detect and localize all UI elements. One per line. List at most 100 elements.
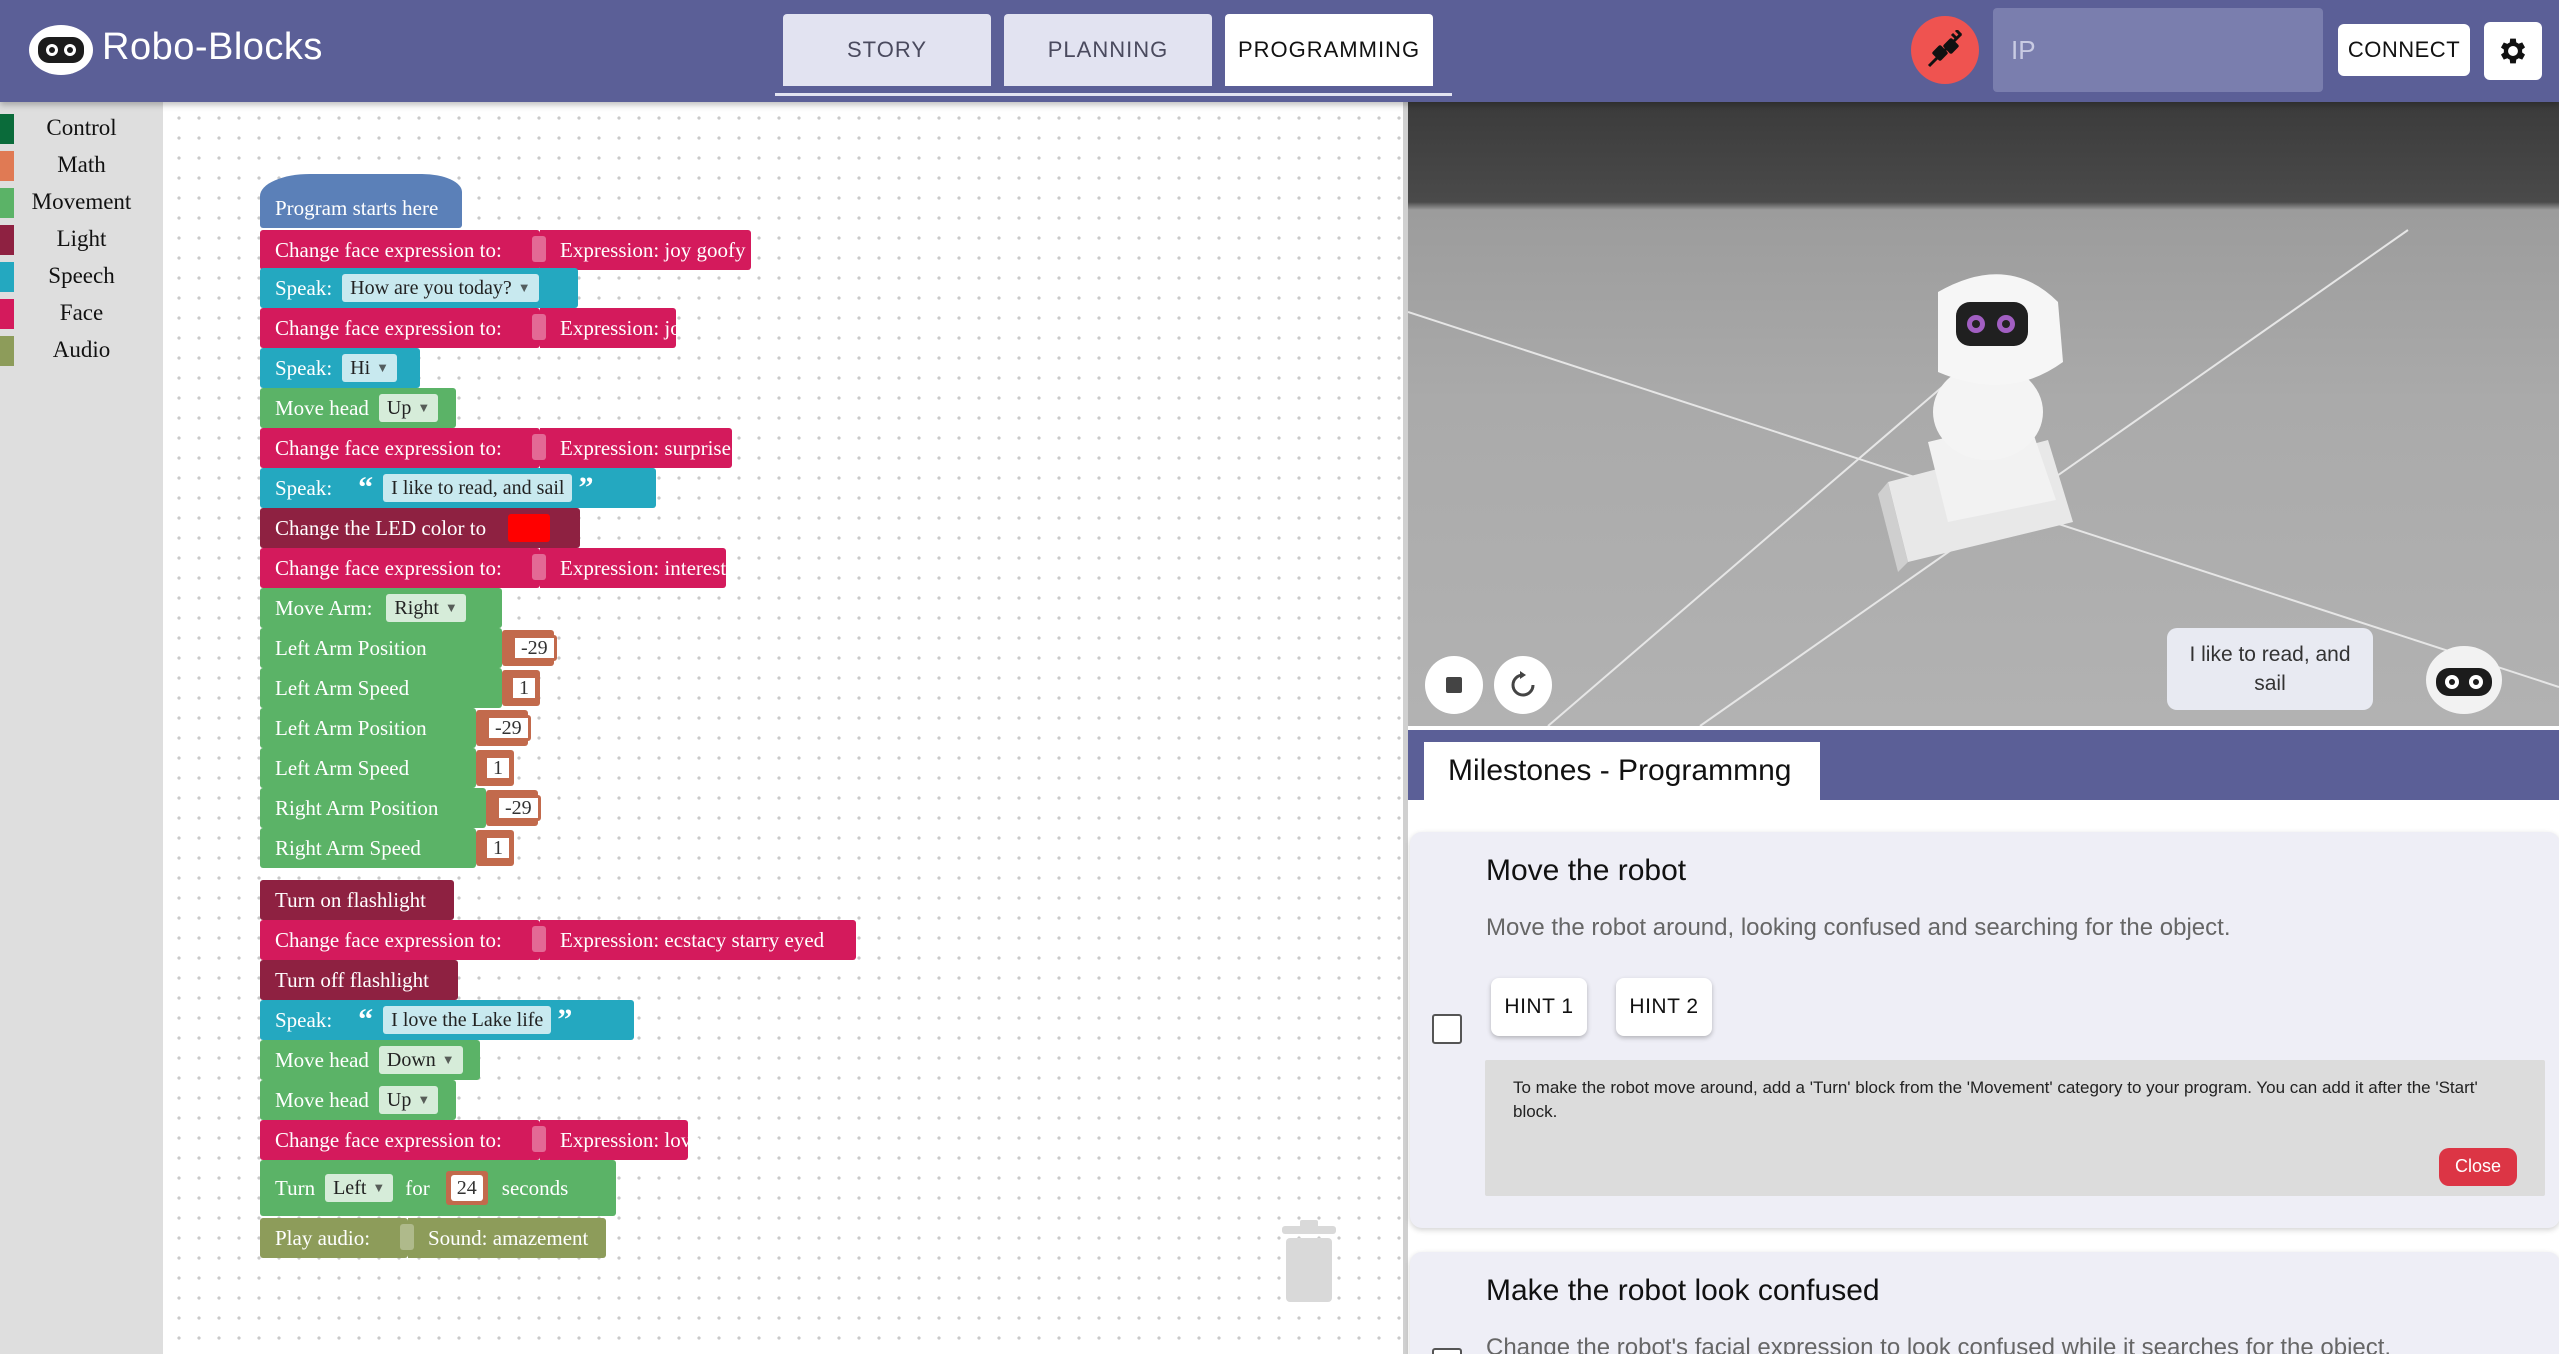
robot-3d-viewport[interactable] <box>1408 102 2559 726</box>
speak-block[interactable]: Speak: Hi ▼ <box>260 348 420 388</box>
led-color-block[interactable]: Change the LED color to <box>260 508 580 548</box>
blocks-workspace[interactable]: Program starts here Change face expressi… <box>163 102 1406 1354</box>
face-expression-block[interactable]: Change face expression to: <box>260 230 540 270</box>
expression-value: Expression: joy goofy <box>560 237 746 262</box>
connector-notch <box>400 1224 414 1250</box>
flashlight-off-block[interactable]: Turn off flashlight <box>260 960 458 1000</box>
param-label: Left Arm Position <box>275 715 427 740</box>
toolbox-category-movement[interactable]: Movement <box>0 184 163 220</box>
milestone-title: Move the robot <box>1486 854 1687 887</box>
speech-dropdown[interactable]: Hi ▼ <box>342 354 398 382</box>
block-label: Speak: <box>275 275 333 300</box>
number-block[interactable]: 1 <box>476 830 514 866</box>
speech-text-field[interactable]: I like to read, and sail <box>383 474 573 502</box>
milestone-checkbox[interactable] <box>1432 1348 1462 1354</box>
connect-button[interactable]: CONNECT <box>2338 24 2470 76</box>
block-label: Play audio: <box>275 1225 371 1250</box>
trash-icon[interactable] <box>1280 1220 1338 1304</box>
expression-value-block[interactable]: Expression: surprise <box>532 428 732 468</box>
number-block[interactable]: -29 <box>476 710 531 746</box>
category-label: Speech <box>48 263 115 288</box>
toolbox-category-control[interactable]: Control <box>0 110 163 146</box>
tab-planning[interactable]: PLANNING <box>1004 14 1212 86</box>
number-value[interactable]: 1 <box>484 755 512 781</box>
stop-simulation-button[interactable] <box>1425 656 1483 714</box>
arm-side-dropdown[interactable]: Right ▼ <box>386 594 466 622</box>
block-label: Change the LED color to <box>275 515 487 540</box>
dropdown-arrow-icon: ▼ <box>417 1092 431 1107</box>
number-block[interactable]: -29 <box>486 790 541 826</box>
toolbox-category-speech[interactable]: Speech <box>0 258 163 294</box>
number-block[interactable]: 1 <box>476 750 514 786</box>
face-expression-block[interactable]: Change face expression to: <box>260 308 540 348</box>
tab-programming[interactable]: PROGRAMMING <box>1225 14 1433 86</box>
ip-input[interactable]: IP <box>1993 8 2323 92</box>
head-direction-dropdown[interactable]: Down ▼ <box>378 1046 463 1074</box>
hint-1-button[interactable]: HINT 1 <box>1491 978 1587 1036</box>
speak-block[interactable]: Speak: “ I like to read, and sail ” <box>260 468 656 508</box>
number-value[interactable]: 1 <box>484 835 512 861</box>
expression-value-block[interactable]: Expression: joy <box>532 308 691 348</box>
speech-text-field[interactable]: I love the Lake life <box>383 1006 552 1034</box>
number-value[interactable]: 24 <box>450 1175 483 1201</box>
category-label: Movement <box>31 189 132 214</box>
reset-simulation-button[interactable] <box>1494 656 1552 714</box>
milestone-description: Move the robot around, looking confused … <box>1486 914 2231 941</box>
block-label: Move head <box>275 1047 369 1072</box>
milestone-description: Change the robot's facial expression to … <box>1486 1334 2392 1354</box>
speak-block[interactable]: Speak: “ I love the Lake life ” <box>260 1000 634 1040</box>
category-label: Control <box>46 115 117 140</box>
block-label: Change face expression to: <box>275 1127 502 1152</box>
face-expression-block[interactable]: Change face expression to: <box>260 1120 540 1160</box>
number-value[interactable]: -29 <box>486 715 531 741</box>
hint-2-button[interactable]: HINT 2 <box>1616 978 1712 1036</box>
move-head-block[interactable]: Move head Up ▼ <box>260 1080 456 1120</box>
toolbox-category-light[interactable]: Light <box>0 221 163 257</box>
sound-value-block[interactable]: Sound: amazement <box>400 1218 606 1258</box>
app-title: Robo-Blocks <box>102 26 323 68</box>
category-swatch <box>0 114 14 144</box>
milestone-title: Make the robot look confused <box>1486 1274 1880 1307</box>
expression-value-block[interactable]: Expression: joy goofy <box>532 230 751 270</box>
close-hint-button[interactable]: Close <box>2439 1148 2517 1186</box>
milestone-checkbox[interactable] <box>1432 1014 1462 1044</box>
speak-block[interactable]: Speak: How are you today? ▼ <box>260 268 578 308</box>
face-expression-block[interactable]: Change face expression to: <box>260 428 540 468</box>
settings-button[interactable] <box>2484 22 2542 80</box>
dropdown-arrow-icon: ▼ <box>376 360 390 375</box>
expression-value-block[interactable]: Expression: love <box>532 1120 701 1160</box>
tab-story[interactable]: STORY <box>783 14 991 86</box>
program-start-block[interactable]: Program starts here <box>260 174 462 228</box>
play-audio-block[interactable]: Play audio: <box>260 1218 408 1258</box>
face-expression-block[interactable]: Change face expression to: <box>260 920 540 960</box>
move-head-block[interactable]: Move head Up ▼ <box>260 388 456 428</box>
expression-value-block[interactable]: Expression: interest <box>532 548 726 588</box>
face-expression-block[interactable]: Change face expression to: <box>260 548 540 588</box>
move-head-block[interactable]: Move head Down ▼ <box>260 1040 480 1080</box>
turn-direction-dropdown[interactable]: Left ▼ <box>325 1174 394 1202</box>
turn-block[interactable]: Turn Left ▼ for 24 seconds <box>260 1160 616 1216</box>
category-swatch <box>0 299 14 329</box>
head-direction-dropdown[interactable]: Up ▼ <box>378 1086 439 1114</box>
number-value[interactable]: 1 <box>510 675 538 701</box>
head-direction-dropdown[interactable]: Up ▼ <box>378 394 439 422</box>
number-value[interactable]: -29 <box>496 795 541 821</box>
milestones-tab[interactable]: Milestones - Programmng <box>1424 742 1820 800</box>
connection-status-button[interactable] <box>1911 16 1979 84</box>
move-arm-block[interactable]: Move Arm: Right ▼ <box>260 588 502 628</box>
number-block[interactable]: 24 <box>445 1171 488 1205</box>
toolbox-category-audio[interactable]: Audio <box>0 332 163 368</box>
toolbox-category-face[interactable]: Face <box>0 295 163 331</box>
number-block[interactable]: -29 <box>502 630 557 666</box>
arm-param-row: Right Arm Speed <box>260 828 476 868</box>
expression-value-block[interactable]: Expression: ecstacy starry eyed <box>532 920 856 960</box>
category-swatch <box>0 336 14 366</box>
toolbox-category-math[interactable]: Math <box>0 147 163 183</box>
dropdown-arrow-icon: ▼ <box>417 400 431 415</box>
led-color-swatch[interactable] <box>508 514 551 542</box>
speech-dropdown[interactable]: How are you today? ▼ <box>342 274 539 302</box>
number-value[interactable]: -29 <box>512 635 557 661</box>
speech-text-value: I love the Lake life <box>391 1008 544 1031</box>
flashlight-on-block[interactable]: Turn on flashlight <box>260 880 454 920</box>
number-block[interactable]: 1 <box>502 670 540 706</box>
